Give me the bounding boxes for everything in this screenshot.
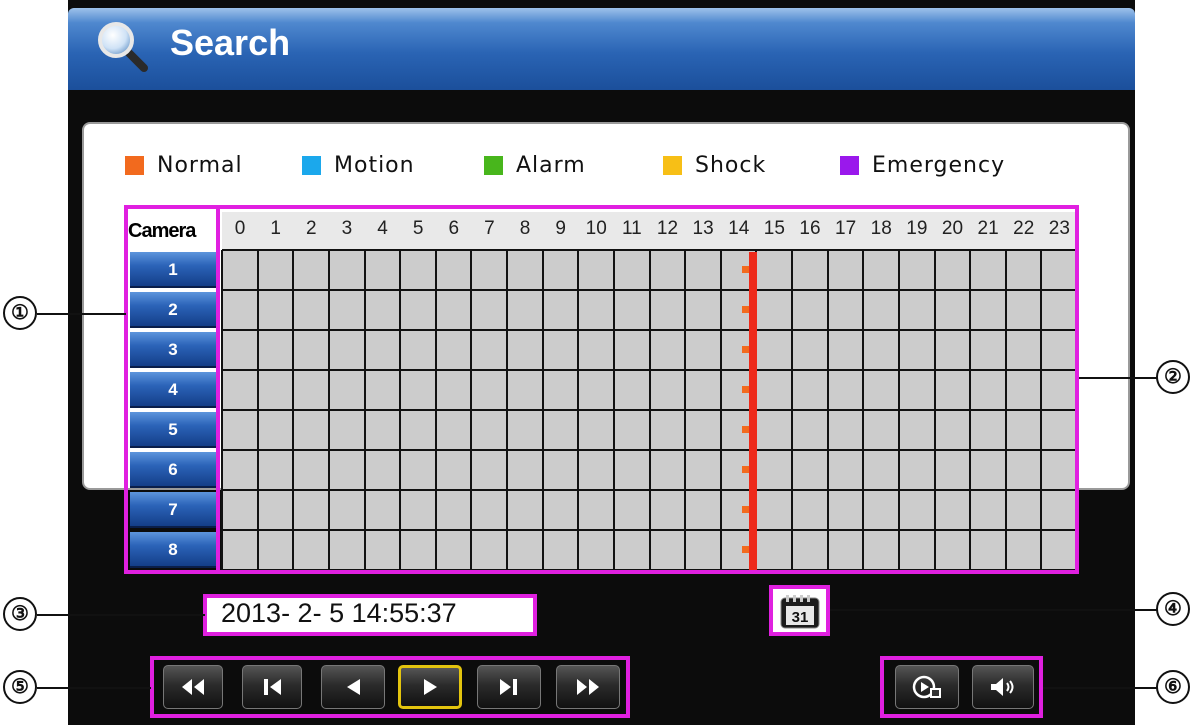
- callout-line-2: [1079, 377, 1159, 379]
- fast-forward-button[interactable]: [556, 665, 620, 709]
- playback-mode-button[interactable]: [895, 665, 959, 709]
- window-title: Search: [170, 22, 291, 63]
- fast-forward-icon: [577, 679, 599, 695]
- legend-label: Normal: [157, 152, 243, 178]
- callout-4: ④: [1156, 592, 1190, 626]
- play-button[interactable]: [398, 665, 462, 709]
- normal-swatch: [125, 155, 144, 175]
- legend-alarm: Alarm: [484, 150, 586, 180]
- calendar-icon[interactable]: 31: [780, 595, 820, 629]
- playback-mode-icon: [912, 675, 941, 699]
- callout-3: ③: [3, 597, 37, 631]
- camera-list-highlight: [124, 205, 220, 574]
- fast-rewind-button[interactable]: [163, 665, 223, 709]
- callout-6: ⑥: [1156, 670, 1190, 704]
- magnifier-icon: [98, 22, 148, 72]
- reverse-play-icon: [347, 679, 360, 695]
- legend-label: Emergency: [872, 152, 1006, 178]
- fast-rewind-icon: [182, 679, 204, 695]
- next-frame-button[interactable]: [477, 665, 541, 709]
- callout-line-6: [1043, 687, 1159, 689]
- legend-shock: Shock: [663, 150, 766, 180]
- reverse-play-button[interactable]: [321, 665, 385, 709]
- skip-next-icon: [500, 679, 517, 695]
- legend-normal: Normal: [125, 150, 243, 180]
- legend-label: Motion: [334, 152, 415, 178]
- emergency-swatch: [840, 155, 859, 175]
- legend-label: Alarm: [516, 152, 586, 178]
- callout-1: ①: [3, 296, 37, 330]
- callout-line-5: [37, 687, 151, 689]
- callout-5: ⑤: [3, 670, 37, 704]
- audio-button[interactable]: [972, 665, 1034, 709]
- callout-2: ②: [1156, 360, 1190, 394]
- speaker-icon: [991, 678, 1014, 696]
- timeline-highlight: [124, 205, 1079, 574]
- datetime-field[interactable]: 2013- 2- 5 14:55:37: [221, 598, 457, 629]
- legend-motion: Motion: [302, 150, 415, 180]
- skip-previous-icon: [264, 679, 281, 695]
- legend-label: Shock: [695, 152, 767, 178]
- alarm-swatch: [484, 155, 503, 175]
- previous-button[interactable]: [242, 665, 302, 709]
- motion-swatch: [302, 155, 321, 175]
- callout-line-1: [37, 313, 126, 315]
- callout-line-3: [37, 614, 205, 616]
- play-icon: [424, 679, 437, 695]
- shock-swatch: [663, 155, 682, 175]
- legend-emergency: Emergency: [840, 150, 1005, 180]
- callout-line-4: [830, 609, 1160, 611]
- calendar-day: 31: [792, 609, 809, 626]
